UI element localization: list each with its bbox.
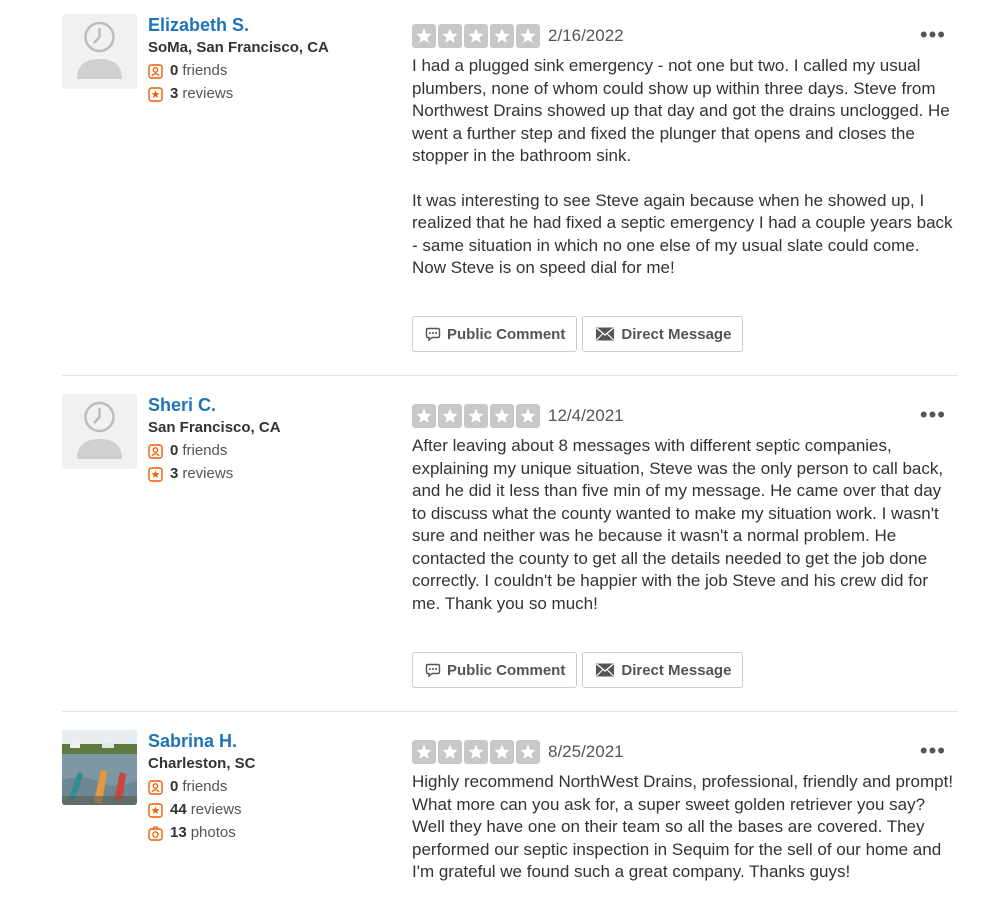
reviews-count: 3 [170,465,179,482]
avatar[interactable] [62,394,137,469]
user-name-link[interactable]: Elizabeth S. [148,14,408,36]
friends-label: friends [182,778,228,795]
speech-bubble-icon [425,663,441,678]
star-icon [438,24,462,48]
review-content: 12/4/2021 ••• After leaving about 8 mess… [412,394,958,688]
review-star-icon [148,86,163,102]
user-name-link[interactable]: Sheri C. [148,394,408,416]
star-icon [490,24,514,48]
user-location: SoMa, San Francisco, CA [148,39,329,56]
star-icon [516,24,540,48]
envelope-icon [596,327,615,341]
review-text: After leaving about 8 messages with diff… [412,435,958,615]
reviews-stat: 3 reviews [148,84,408,104]
friends-icon [148,779,163,795]
star-rating [412,740,540,764]
star-icon [412,740,436,764]
user-name-link[interactable]: Sabrina H. [148,730,408,752]
user-location: Charleston, SC [148,755,256,772]
review-paragraph: I had a plugged sink emergency - not one… [412,56,950,165]
review-content: 2/16/2022 ••• I had a plugged sink emerg… [412,14,958,352]
friends-count: 0 [170,778,179,795]
reviews-label: reviews [182,465,234,482]
friends-count: 0 [170,62,179,79]
review-text: Highly recommend NorthWest Drains, profe… [412,771,958,884]
friends-label: friends [182,62,228,79]
direct-message-label: Direct Message [621,325,732,343]
avatar[interactable] [62,730,137,805]
friends-icon [148,63,163,79]
review-star-icon [148,466,163,482]
reviews-stat: 3 reviews [148,464,408,484]
review-date: 12/4/2021 [548,406,624,425]
user-photo-kayaks [62,730,137,805]
friends-stat: 0 friends [148,61,408,81]
reviews-label: reviews [182,85,234,102]
review-item: Sabrina H. Charleston, SC 0 friends 44 r… [62,730,958,912]
default-avatar-icon [77,21,122,79]
friends-count: 0 [170,442,179,459]
more-options-icon[interactable]: ••• [920,740,946,762]
speech-bubble-icon [425,327,441,342]
star-icon [438,740,462,764]
review-item: Elizabeth S. SoMa, San Francisco, CA 0 f… [62,14,958,376]
star-icon [464,404,488,428]
review-paragraph: After leaving about 8 messages with diff… [412,436,944,613]
star-icon [412,404,436,428]
direct-message-button[interactable]: Direct Message [582,316,744,352]
rating-row: 2/16/2022 [412,24,958,48]
star-icon [516,404,540,428]
review-date: 8/25/2021 [548,742,624,761]
star-icon [464,740,488,764]
direct-message-button[interactable]: Direct Message [582,652,744,688]
review-paragraph: Highly recommend NorthWest Drains, profe… [412,772,954,881]
star-icon [516,740,540,764]
review-item: Sheri C. San Francisco, CA 0 friends 3 r… [62,394,958,712]
review-content: 8/25/2021 ••• Highly recommend NorthWest… [412,730,958,884]
friends-stat: 0 friends [148,777,408,797]
user-info: Sheri C. San Francisco, CA 0 friends 3 r… [148,394,408,484]
star-icon [438,404,462,428]
review-paragraph: It was interesting to see Steve again be… [412,190,953,278]
public-comment-label: Public Comment [447,661,566,679]
user-location: San Francisco, CA [148,419,281,436]
friends-label: friends [182,442,228,459]
reviews-count: 3 [170,85,179,102]
friends-icon [148,443,163,459]
public-comment-button[interactable]: Public Comment [412,316,578,352]
user-info: Elizabeth S. SoMa, San Francisco, CA 0 f… [148,14,408,104]
more-options-icon[interactable]: ••• [920,404,946,426]
envelope-icon [596,663,615,677]
photos-count: 13 [170,824,187,841]
public-comment-label: Public Comment [447,325,566,343]
reviews-count: 44 [170,801,187,818]
review-star-icon [148,802,163,818]
star-rating [412,24,540,48]
direct-message-label: Direct Message [621,661,732,679]
rating-row: 12/4/2021 [412,404,958,428]
star-icon [464,24,488,48]
review-text: I had a plugged sink emergency - not one… [412,55,958,280]
avatar[interactable] [62,14,137,89]
reviews-stat: 44 reviews [148,800,408,820]
user-info: Sabrina H. Charleston, SC 0 friends 44 r… [148,730,408,843]
default-avatar-icon [77,401,122,459]
star-icon [412,24,436,48]
photos-stat: 13 photos [148,823,408,843]
review-date: 2/16/2022 [548,26,624,45]
rating-row: 8/25/2021 [412,740,958,764]
review-actions: Public Comment Direct Message [412,316,744,352]
camera-icon [148,825,163,841]
friends-stat: 0 friends [148,441,408,461]
star-icon [490,404,514,428]
more-options-icon[interactable]: ••• [920,24,946,46]
review-actions: Public Comment Direct Message [412,652,744,688]
star-icon [490,740,514,764]
public-comment-button[interactable]: Public Comment [412,652,578,688]
star-rating [412,404,540,428]
reviews-label: reviews [190,801,242,818]
photos-label: photos [190,824,236,841]
